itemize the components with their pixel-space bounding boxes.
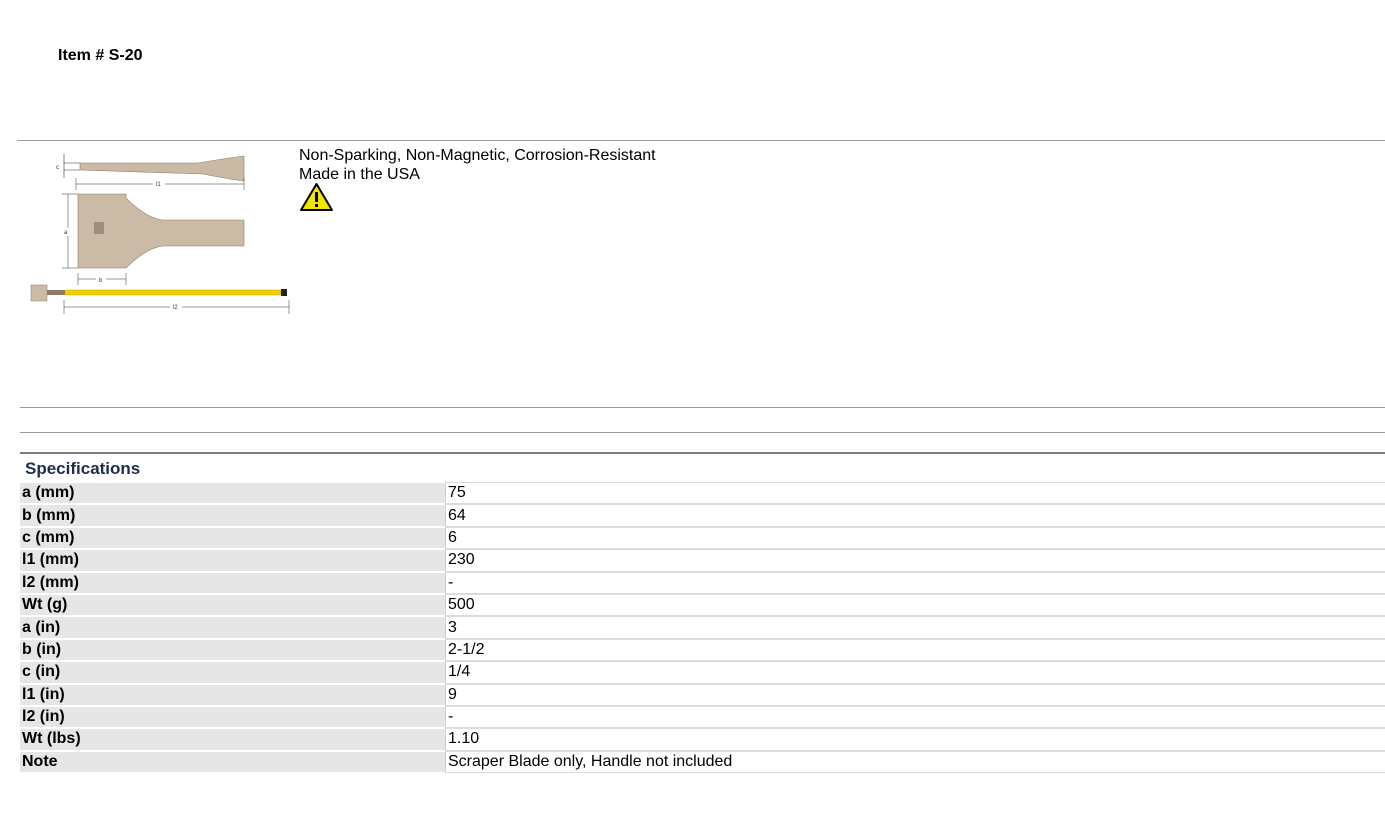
spec-label: b (mm) xyxy=(20,504,445,527)
spec-label: Wt (g) xyxy=(20,593,445,617)
divider-middle-1 xyxy=(20,407,1385,408)
spec-value: 9 xyxy=(445,683,1385,706)
spec-label: l1 (mm) xyxy=(20,549,445,572)
spec-value: 2-1/2 xyxy=(445,638,1385,662)
spec-label: l2 (mm) xyxy=(20,571,445,594)
table-row: l2 (in) - xyxy=(20,705,1385,729)
table-row: b (mm) 64 xyxy=(20,504,1385,527)
spec-value: - xyxy=(445,705,1385,729)
table-row: l1 (mm) 230 xyxy=(20,549,1385,572)
table-row: a (in) 3 xyxy=(20,616,1385,639)
scraper-blade-diagram-image: c l1 a b l2 xyxy=(30,154,290,314)
feature-line: Non-Sparking, Non-Magnetic, Corrosion-Re… xyxy=(299,147,656,164)
divider-middle-2 xyxy=(20,432,1385,433)
spec-label: c (in) xyxy=(20,661,445,684)
spec-label: a (mm) xyxy=(20,482,445,505)
table-row: Note Scraper Blade only, Handle not incl… xyxy=(20,750,1385,774)
table-row: l1 (in) 9 xyxy=(20,683,1385,706)
spec-value: Scraper Blade only, Handle not included xyxy=(445,750,1385,774)
diagram-label-l1: l1 xyxy=(156,182,161,188)
spec-label: c (mm) xyxy=(20,526,445,550)
product-features: Non-Sparking, Non-Magnetic, Corrosion-Re… xyxy=(299,146,656,184)
spec-label: a (in) xyxy=(20,616,445,639)
spec-label: Wt (lbs) xyxy=(20,728,445,751)
spec-value: 500 xyxy=(445,593,1385,617)
spec-label: Note xyxy=(20,750,445,774)
blade-side-view xyxy=(79,155,245,182)
spec-label: l1 (in) xyxy=(20,683,445,706)
table-row: b (in) 2-1/2 xyxy=(20,638,1385,662)
divider-spec-top xyxy=(20,452,1385,454)
spec-value: 64 xyxy=(445,504,1385,527)
spec-value: 3 xyxy=(445,616,1385,639)
spec-value: 1.10 xyxy=(445,728,1385,751)
spec-value: 6 xyxy=(445,526,1385,550)
feature-line: Made in the USA xyxy=(299,166,420,183)
diagram-label-c: c xyxy=(56,165,59,171)
handle xyxy=(64,289,282,296)
table-row: c (mm) 6 xyxy=(20,526,1385,550)
table-row: l2 (mm) - xyxy=(20,571,1385,594)
table-row: a (mm) 75 xyxy=(20,482,1385,505)
spec-label: l2 (in) xyxy=(20,705,445,729)
divider-top xyxy=(17,140,1385,141)
spec-label: b (in) xyxy=(20,638,445,662)
item-title: Item # S-20 xyxy=(58,47,143,64)
warning-triangle-icon xyxy=(300,183,333,211)
specifications-table: a (mm) 75 b (mm) 64 c (mm) 6 l1 (mm) 230… xyxy=(20,482,1385,774)
spec-value: 230 xyxy=(445,549,1385,572)
spec-value: 1/4 xyxy=(445,661,1385,684)
table-row: Wt (lbs) 1.10 xyxy=(20,728,1385,751)
table-row: Wt (g) 500 xyxy=(20,593,1385,617)
table-row: c (in) 1/4 xyxy=(20,661,1385,684)
product-page: Item # S-20 c l1 a b l2 Non-Sparking, No… xyxy=(0,0,1385,814)
diagram-label-l2: l2 xyxy=(173,305,178,311)
spec-value: - xyxy=(445,571,1385,594)
spec-value: 75 xyxy=(445,482,1385,505)
specifications-heading: Specifications xyxy=(25,459,141,478)
blade-on-handle xyxy=(30,284,48,302)
